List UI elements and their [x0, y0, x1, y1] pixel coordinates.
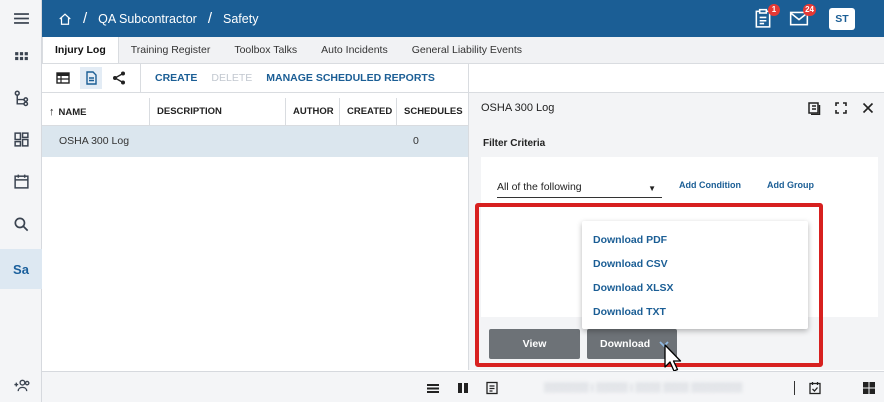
view-button[interactable]: View	[489, 329, 580, 359]
row-created	[340, 126, 397, 157]
caret-down-icon: ▼	[648, 184, 656, 193]
breadcrumb: / QA Subcontractor / Safety	[42, 10, 258, 27]
grid-header: ↑ NAME DESCRIPTION AUTHOR CREATED SCHEDUL…	[42, 98, 468, 126]
breadcrumb-section[interactable]: Safety	[223, 12, 258, 26]
add-condition-link[interactable]: Add Condition	[679, 180, 741, 190]
tab-injury-log[interactable]: Injury Log	[42, 37, 119, 63]
download-txt-item[interactable]: Download TXT	[593, 306, 666, 318]
column-header-description[interactable]: DESCRIPTION	[150, 98, 286, 125]
download-menu: Download PDF Download CSV Download XLSX …	[582, 221, 808, 329]
clipboard-notification-button[interactable]: 1	[753, 3, 780, 30]
download-xlsx-item[interactable]: Download XLSX	[593, 282, 674, 294]
search-icon[interactable]	[0, 206, 42, 242]
row-description	[150, 126, 286, 157]
mouse-pointer-icon	[664, 344, 682, 372]
tab-toolbox-talks[interactable]: Toolbox Talks	[222, 37, 309, 63]
column-header-author[interactable]: AUTHOR	[286, 98, 340, 125]
status-divider	[794, 381, 795, 395]
add-users-icon[interactable]	[0, 367, 42, 402]
manage-scheduled-reports-button[interactable]: MANAGE SCHEDULED REPORTS	[266, 72, 435, 84]
rail-item-label: Sa	[13, 261, 29, 277]
module-tabs: Injury Log Training Register Toolbox Tal…	[42, 37, 884, 64]
report-toolbar: CREATE DELETE MANAGE SCHEDULED REPORTS	[42, 63, 468, 93]
left-rail: Sa	[0, 0, 42, 402]
toolbar-divider	[140, 63, 141, 93]
tab-training-register[interactable]: Training Register	[119, 37, 223, 63]
breadcrumb-project[interactable]: QA Subcontractor	[98, 12, 197, 26]
hierarchy-icon[interactable]	[0, 80, 42, 116]
tab-auto-incidents[interactable]: Auto Incidents	[309, 37, 400, 63]
toolbar-empty-area	[468, 64, 884, 93]
row-author	[286, 126, 340, 157]
expand-icon[interactable]	[834, 101, 848, 115]
notification-badge: 1	[768, 3, 780, 16]
share-icon[interactable]	[108, 67, 130, 89]
delete-button[interactable]: DELETE	[211, 72, 252, 84]
table-row[interactable]: OSHA 300 Log 0	[42, 126, 468, 157]
calendar-icon[interactable]	[0, 163, 42, 199]
match-select[interactable]: All of the following ▼	[497, 180, 662, 198]
user-avatar[interactable]: ST	[829, 7, 855, 30]
download-csv-item[interactable]: Download CSV	[593, 258, 668, 270]
dashboard-icon[interactable]	[0, 121, 42, 157]
match-select-value: All of the following	[497, 181, 582, 193]
close-icon[interactable]	[861, 101, 875, 115]
top-bar: / QA Subcontractor / Safety 1 24 ST	[42, 0, 884, 37]
home-icon[interactable]	[58, 12, 72, 26]
table-view-icon[interactable]	[52, 67, 74, 89]
status-bar: ▒▒▒▒▒▒▒ | ▒▒▒▒▒ | ▒▒▒▒ ▒▒▒▒ ▒▒▒▒▒▒▒▒	[42, 371, 884, 402]
windows-icon[interactable]	[862, 381, 876, 395]
document-view-icon[interactable]	[80, 67, 102, 89]
row-schedules: 0	[413, 135, 419, 147]
split-view-icon[interactable]	[456, 381, 470, 395]
list-view-icon[interactable]	[426, 381, 440, 395]
column-header-created[interactable]: CREATED	[340, 98, 397, 125]
copy-icon[interactable]	[807, 101, 821, 116]
grid-apps-icon[interactable]	[0, 40, 42, 76]
download-button-label: Download	[600, 338, 651, 350]
create-button[interactable]: CREATE	[155, 72, 197, 84]
sort-arrow-up-icon: ↑	[49, 106, 55, 118]
breadcrumb-separator: /	[83, 10, 88, 27]
session-info-blurred: ▒▒▒▒▒▒▒ | ▒▒▒▒▒ | ▒▒▒▒ ▒▒▒▒ ▒▒▒▒▒▒▒▒	[544, 382, 743, 392]
hamburger-menu-icon[interactable]	[0, 0, 42, 37]
download-pdf-item[interactable]: Download PDF	[593, 234, 667, 246]
rail-item-safety[interactable]: Sa	[0, 249, 42, 289]
calendar-check-icon[interactable]	[808, 381, 822, 395]
column-header-schedules[interactable]: SCHEDULES	[397, 98, 468, 125]
panel-title: OSHA 300 Log	[481, 102, 555, 114]
row-name: OSHA 300 Log	[59, 135, 130, 147]
document-icon[interactable]	[485, 381, 499, 395]
mail-notification-button[interactable]: 24	[789, 3, 816, 30]
tab-general-liability-events[interactable]: General Liability Events	[400, 37, 534, 63]
filter-criteria-label: Filter Criteria	[483, 138, 546, 149]
reports-grid: ↑ NAME DESCRIPTION AUTHOR CREATED SCHEDUL…	[42, 98, 468, 370]
column-header-name[interactable]: ↑ NAME	[42, 98, 150, 125]
mail-badge: 24	[803, 3, 816, 16]
add-group-link[interactable]: Add Group	[767, 180, 814, 190]
breadcrumb-separator: /	[207, 10, 213, 27]
